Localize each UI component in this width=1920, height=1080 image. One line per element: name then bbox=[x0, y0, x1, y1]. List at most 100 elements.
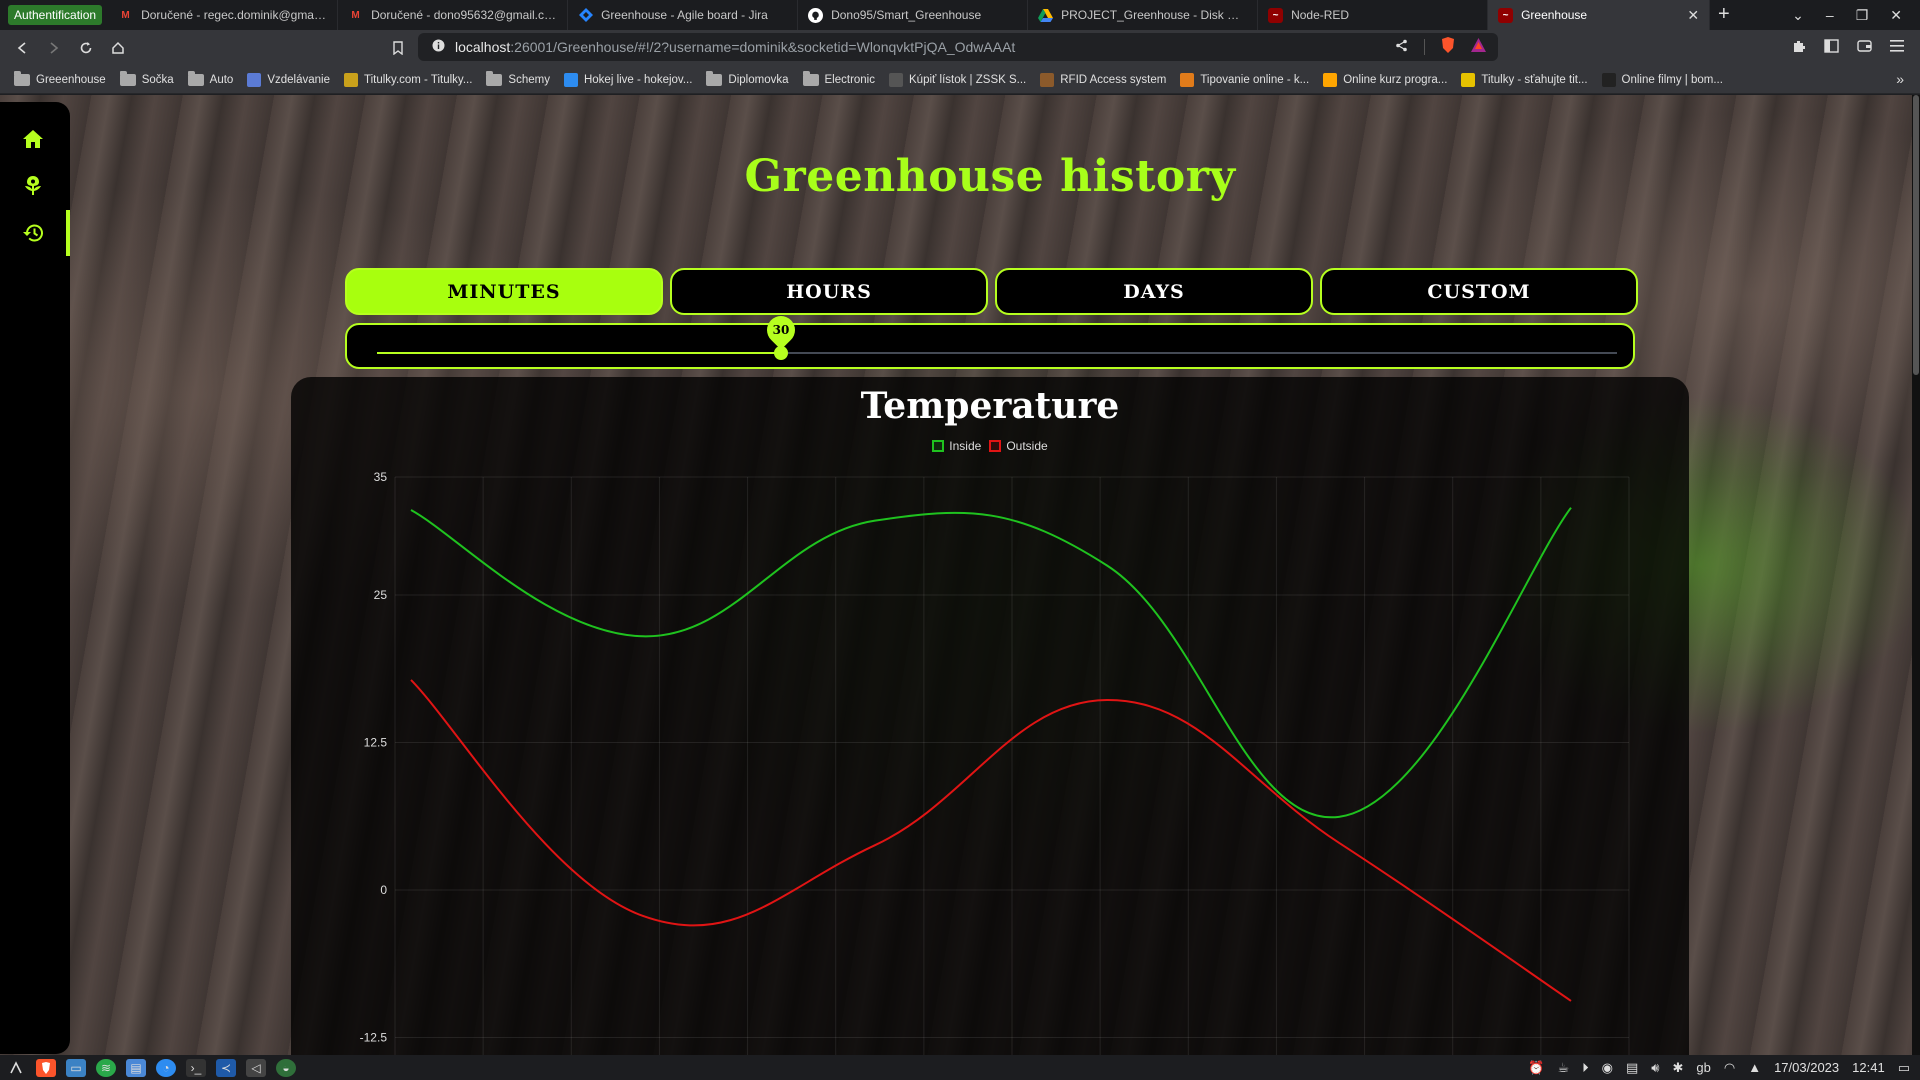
messenger-icon[interactable]: ◔ bbox=[156, 1058, 176, 1077]
minimize-button[interactable]: – bbox=[1826, 7, 1834, 23]
bookmark-item[interactable]: Kúpiť lístok | ZSSK S... bbox=[889, 72, 1027, 87]
bookmark-item[interactable]: Online kurz progra... bbox=[1323, 72, 1447, 87]
window-controls: ⌄ – ❐ ✕ bbox=[1792, 0, 1920, 30]
address-bar[interactable]: localhost:26001/Greenhouse/#!/2?username… bbox=[418, 33, 1498, 61]
bookmark-item[interactable]: Titulky.com - Titulky... bbox=[344, 72, 473, 87]
bookmark-label: Titulky.com - Titulky... bbox=[364, 73, 473, 86]
bookmark-icon[interactable] bbox=[382, 32, 414, 64]
coffee-icon[interactable]: ☕ bbox=[1557, 1060, 1569, 1076]
range-days-button[interactable]: DAYS bbox=[995, 268, 1313, 315]
tab-node-red[interactable]: ~ Node-RED bbox=[1258, 0, 1489, 30]
bluetooth-icon[interactable]: ✱ bbox=[1672, 1060, 1683, 1076]
close-tab-icon[interactable]: ✕ bbox=[1687, 7, 1699, 24]
keyboard-layout[interactable]: gb bbox=[1696, 1060, 1710, 1075]
sidebar-toggle-icon[interactable] bbox=[1824, 38, 1839, 58]
bookmarks-bar: Greeenhouse Sočka Auto Vzdelávanie Titulky.c… bbox=[0, 66, 1920, 94]
browser-toolbar: localhost:26001/Greenhouse/#!/2?username… bbox=[0, 30, 1920, 66]
media-player-icon[interactable]: ⏵ bbox=[1582, 1060, 1589, 1076]
tab-gmail-1[interactable]: M Doručené - regec.dominik@gmail.co bbox=[108, 0, 339, 30]
history-icon[interactable] bbox=[22, 222, 44, 244]
bookmark-item[interactable]: Hokej live - hokejov... bbox=[563, 72, 692, 87]
forward-button[interactable] bbox=[38, 32, 70, 64]
series-line-outside bbox=[410, 679, 1572, 1002]
bookmark-label: Electronic bbox=[824, 73, 876, 86]
menu-icon[interactable] bbox=[1890, 39, 1904, 57]
folder-icon bbox=[119, 70, 136, 86]
greenhouse-app-icon[interactable]: ◒ bbox=[276, 1058, 296, 1077]
alarm-clock-icon[interactable]: ⏰ bbox=[1528, 1060, 1544, 1076]
tab-jira[interactable]: Greenhouse - Agile board - Jira bbox=[568, 0, 799, 30]
document-editor-icon[interactable]: ▤ bbox=[126, 1058, 146, 1077]
scrollbar-thumb[interactable] bbox=[1913, 95, 1919, 375]
bookmark-item[interactable]: Titulky - sťahujte tit... bbox=[1461, 72, 1588, 87]
clipboard-icon[interactable]: ▤ bbox=[1626, 1060, 1638, 1076]
tray-expand-icon[interactable]: ▲ bbox=[1748, 1060, 1761, 1075]
volume-icon[interactable]: 🔊︎ bbox=[1651, 1060, 1659, 1076]
extensions-icon[interactable] bbox=[1792, 39, 1806, 58]
y-tick-label: -12.5 bbox=[360, 1031, 388, 1045]
bookmark-label: RFID Access system bbox=[1060, 73, 1167, 86]
file-manager-icon[interactable]: ▭ bbox=[66, 1058, 86, 1077]
bookmark-label: Kúpiť lístok | ZSSK S... bbox=[909, 73, 1027, 86]
y-tick-label: 0 bbox=[380, 883, 387, 897]
bookmark-item[interactable]: Vzdelávanie bbox=[247, 72, 330, 87]
bookmark-item[interactable]: Diplomovka bbox=[706, 70, 789, 86]
tab-group-label[interactable]: Authentification bbox=[8, 5, 103, 25]
bookmark-item[interactable]: Schemy bbox=[486, 70, 550, 86]
bookmark-item[interactable]: Sočka bbox=[119, 70, 174, 86]
range-custom-button[interactable]: CUSTOM bbox=[1320, 268, 1638, 315]
tab-greenhouse[interactable]: ~ Greenhouse ✕ bbox=[1488, 0, 1711, 30]
brave-rewards-icon[interactable] bbox=[1471, 38, 1486, 55]
restore-button[interactable]: ❐ bbox=[1856, 7, 1869, 24]
site-favicon-icon bbox=[1180, 72, 1195, 87]
range-selector: MINUTES HOURS DAYS CUSTOM bbox=[345, 268, 1638, 315]
page-scrollbar[interactable] bbox=[1912, 95, 1920, 1055]
bookmark-item[interactable]: Online filmy | bom... bbox=[1601, 72, 1723, 87]
bookmark-item[interactable]: Tipovanie online - k... bbox=[1180, 72, 1309, 87]
home-button[interactable] bbox=[102, 32, 134, 64]
tab-search-chevron-icon[interactable]: ⌄ bbox=[1792, 7, 1804, 24]
folder-icon bbox=[802, 70, 819, 86]
vscode-icon[interactable]: ≺ bbox=[216, 1058, 236, 1077]
app-launcher-icon[interactable] bbox=[6, 1059, 26, 1077]
spotify-icon[interactable]: ≋ bbox=[96, 1058, 116, 1077]
brave-browser-icon[interactable] bbox=[36, 1058, 56, 1077]
terminal-icon[interactable]: ›_ bbox=[186, 1058, 206, 1077]
tab-strip: Authentification M Doručené - regec.domi… bbox=[0, 0, 1920, 30]
range-slider-thumb[interactable] bbox=[774, 346, 789, 360]
vpn-icon[interactable]: ◉ bbox=[1602, 1060, 1613, 1076]
google-drive-icon bbox=[1038, 8, 1054, 23]
range-minutes-button[interactable]: MINUTES bbox=[345, 268, 663, 315]
remote-desktop-icon[interactable]: ◁ bbox=[246, 1058, 266, 1077]
more-bookmarks-chevron-icon[interactable]: » bbox=[1896, 71, 1904, 87]
y-tick-label: 25 bbox=[374, 588, 388, 602]
jira-icon bbox=[578, 8, 593, 23]
wifi-icon[interactable]: ◠ bbox=[1724, 1060, 1735, 1076]
bookmark-item[interactable]: Auto bbox=[187, 70, 233, 86]
wallet-icon[interactable] bbox=[1857, 39, 1872, 58]
site-favicon-icon bbox=[889, 72, 903, 87]
page-title: Greenhouse history bbox=[744, 151, 1236, 202]
tab-google-drive[interactable]: PROJECT_Greenhouse - Disk Google bbox=[1028, 0, 1259, 30]
tab-gmail-2[interactable]: M Doručené - dono95632@gmail.com bbox=[338, 0, 569, 30]
tab-github[interactable]: Dono95/Smart_Greenhouse bbox=[798, 0, 1029, 30]
app-sidebar bbox=[0, 102, 70, 1054]
bookmark-item[interactable]: Greeenhouse bbox=[14, 70, 106, 86]
brave-shield-icon[interactable] bbox=[1441, 37, 1455, 56]
home-icon[interactable] bbox=[22, 128, 44, 150]
range-slider-track[interactable]: 30 bbox=[377, 310, 1617, 360]
site-info-icon[interactable] bbox=[432, 39, 445, 55]
new-tab-button[interactable]: + bbox=[1718, 3, 1730, 26]
range-hours-button[interactable]: HOURS bbox=[670, 268, 988, 315]
close-window-button[interactable]: ✕ bbox=[1890, 7, 1902, 24]
site-favicon-icon bbox=[1040, 72, 1055, 87]
back-button[interactable] bbox=[6, 32, 38, 64]
reload-button[interactable] bbox=[70, 32, 102, 64]
share-icon[interactable] bbox=[1395, 39, 1408, 55]
bookmark-label: Greeenhouse bbox=[36, 73, 106, 86]
bookmark-item[interactable]: RFID Access system bbox=[1040, 72, 1167, 87]
github-icon bbox=[808, 7, 824, 23]
show-desktop-icon[interactable]: ▭ bbox=[1898, 1060, 1910, 1076]
bookmark-label: Vzdelávanie bbox=[267, 73, 330, 86]
bookmark-item[interactable]: Electronic bbox=[802, 70, 876, 86]
